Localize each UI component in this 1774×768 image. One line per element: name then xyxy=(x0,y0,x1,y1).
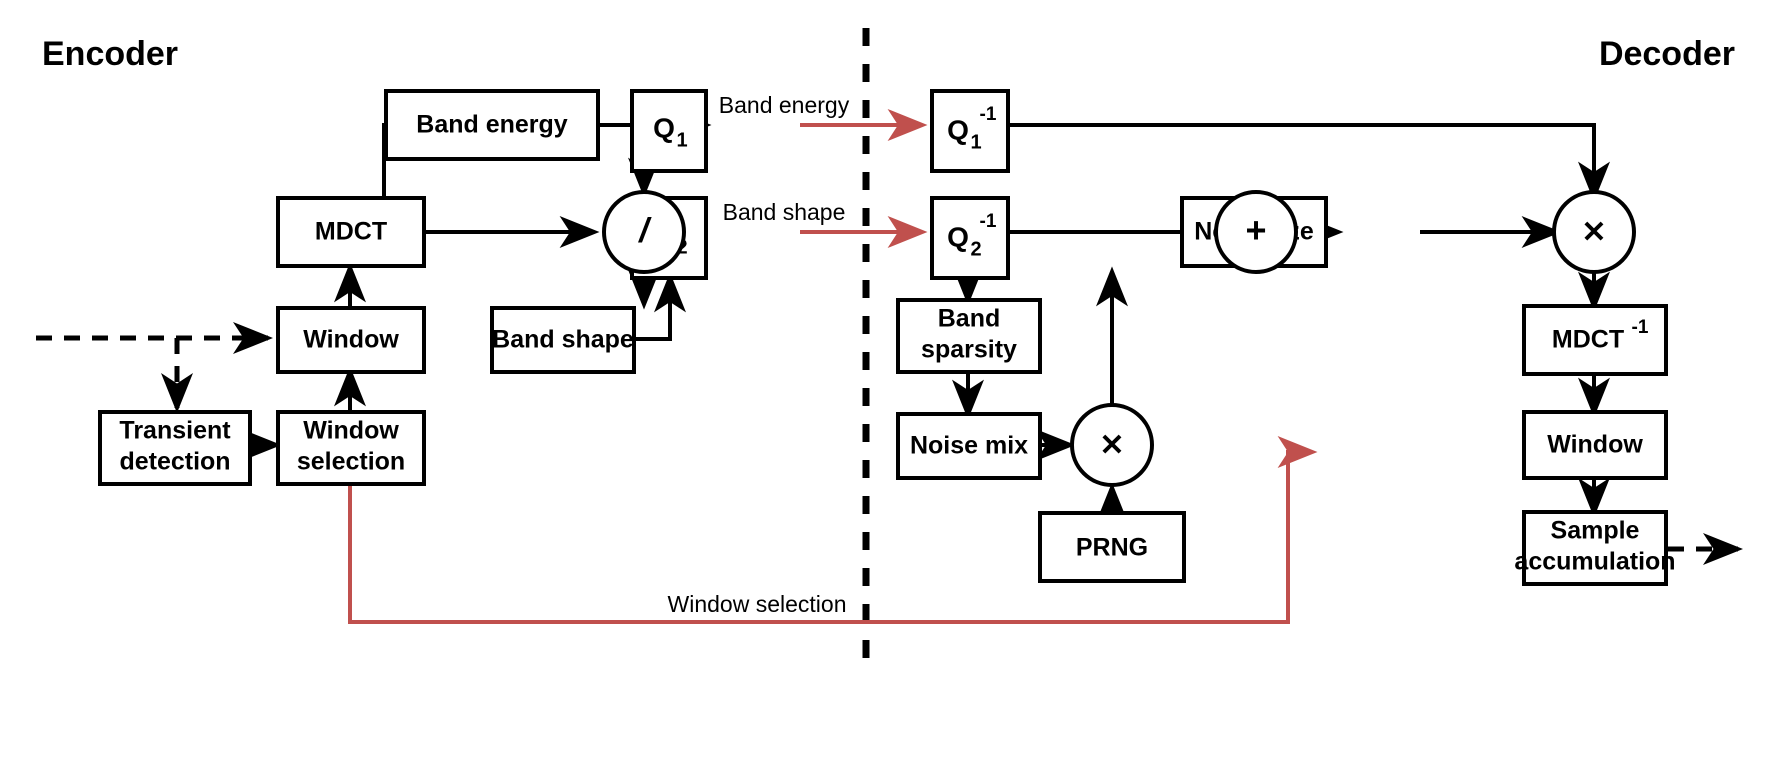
op-multiply-shape[interactable]: ✕ xyxy=(1552,190,1636,274)
block-mdct-inverse-superscript: -1 xyxy=(1632,317,1649,338)
wire-label-band-energy: Band energy xyxy=(719,92,850,118)
block-q2-inverse-subscript: 2 xyxy=(970,238,981,260)
block-q1-inverse-label: Q xyxy=(947,114,969,145)
wire-bandshape-to-q2 xyxy=(634,272,686,341)
op-multiply-noise[interactable]: ✕ xyxy=(1070,403,1154,487)
block-band-energy-label: Band energy xyxy=(416,111,568,139)
block-window-selection-label-1: Window xyxy=(303,417,399,445)
block-sample-accumulation-label-2: accumulation xyxy=(1514,548,1675,576)
block-mdct[interactable]: MDCT xyxy=(276,196,426,268)
block-q1-label: Q xyxy=(653,112,675,143)
block-noise-mix[interactable]: Noise mix xyxy=(896,412,1042,480)
wire-label-window-selection: Window selection xyxy=(668,591,847,617)
op-add-label: + xyxy=(1245,210,1266,251)
block-band-energy[interactable]: Band energy xyxy=(384,89,600,161)
block-sample-accumulation-label-1: Sample xyxy=(1551,517,1640,545)
block-window-encoder[interactable]: Window xyxy=(276,306,426,374)
block-noise-mix-label: Noise mix xyxy=(910,432,1028,460)
op-divide[interactable]: / xyxy=(602,190,686,274)
encoder-title: Encoder xyxy=(42,35,178,73)
op-multiply-shape-label: ✕ xyxy=(1581,216,1606,249)
block-mdct-inverse[interactable]: MDCT -1 xyxy=(1522,304,1668,376)
block-mdct-inverse-label: MDCT xyxy=(1552,326,1624,354)
block-mdct-label: MDCT xyxy=(315,218,387,246)
block-window-decoder[interactable]: Window xyxy=(1522,410,1668,480)
block-band-shape[interactable]: Band shape xyxy=(490,306,636,374)
block-q2-inverse[interactable]: Q 2 -1 xyxy=(930,196,1010,280)
op-add[interactable]: + xyxy=(1214,190,1298,274)
diagram-canvas: Encoder Decoder Band energy MDCT Window … xyxy=(0,0,1774,768)
block-window-selection-label-2: selection xyxy=(297,448,405,476)
block-sample-accumulation[interactable]: Sample accumulation xyxy=(1514,510,1676,586)
block-q1-inverse[interactable]: Q 1 -1 xyxy=(930,89,1010,173)
block-band-sparsity-label-2: sparsity xyxy=(921,336,1017,364)
block-prng-label: PRNG xyxy=(1076,534,1148,562)
op-multiply-noise-label: ✕ xyxy=(1099,429,1124,462)
wire-label-band-shape: Band shape xyxy=(723,199,846,225)
block-q2-inverse-label: Q xyxy=(947,221,969,252)
block-window-decoder-label: Window xyxy=(1547,431,1643,459)
block-band-shape-label: Band shape xyxy=(492,326,634,354)
wire-q1inv-to-multiply xyxy=(1008,123,1610,202)
block-band-sparsity[interactable]: Band sparsity xyxy=(896,298,1042,374)
block-q1-inverse-superscript: -1 xyxy=(980,104,997,125)
block-prng[interactable]: PRNG xyxy=(1038,511,1186,583)
block-band-sparsity-label-1: Band xyxy=(938,305,1001,333)
block-q1-subscript: 1 xyxy=(676,129,687,151)
block-window-encoder-label: Window xyxy=(303,326,399,354)
block-transient-detection[interactable]: Transient detection xyxy=(98,410,252,486)
block-window-selection[interactable]: Window selection xyxy=(276,410,426,486)
block-q2-inverse-superscript: -1 xyxy=(980,211,997,232)
block-transient-detection-label-2: detection xyxy=(119,448,230,476)
decoder-title: Decoder xyxy=(1599,35,1735,73)
codec-block-diagram: Encoder Decoder Band energy MDCT Window … xyxy=(36,28,1743,660)
block-q1-inverse-subscript: 1 xyxy=(970,131,981,153)
block-transient-detection-label-1: Transient xyxy=(119,417,231,445)
block-q1[interactable]: Q 1 xyxy=(630,89,708,173)
